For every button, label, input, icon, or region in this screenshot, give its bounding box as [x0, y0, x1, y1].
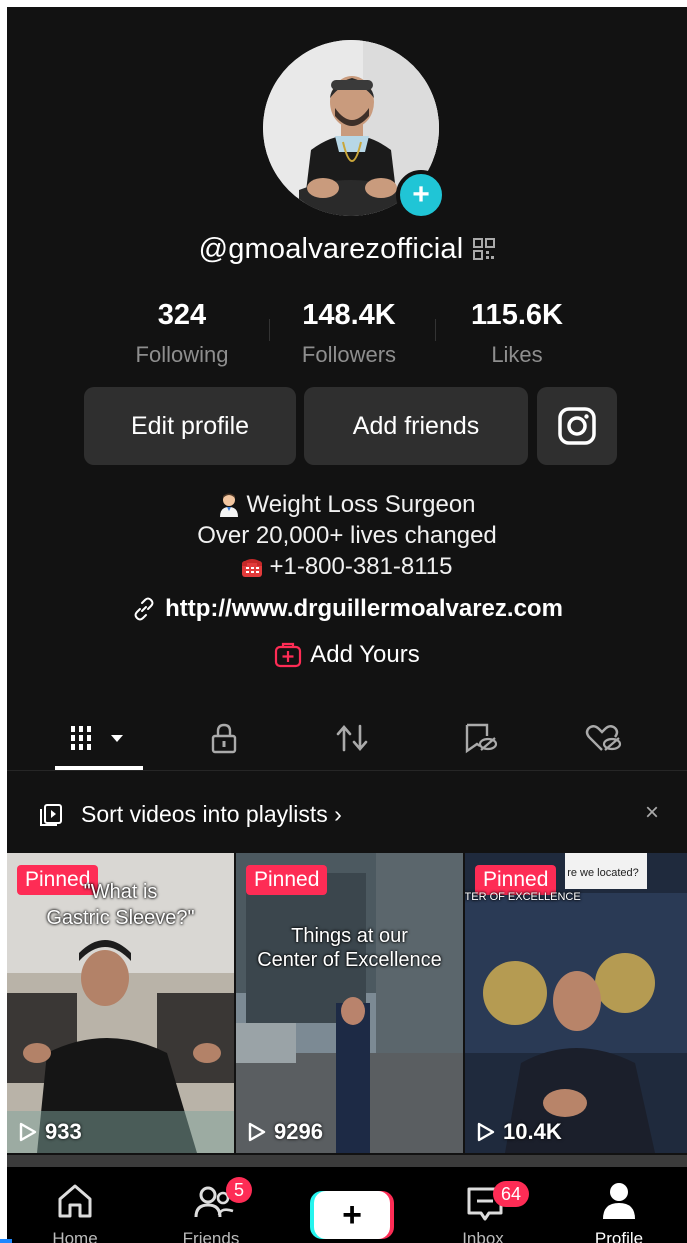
profile-stats: 324 Following 148.4K Followers 115.6K Li… — [7, 299, 687, 379]
view-count: 933 — [19, 1119, 82, 1145]
stat-divider — [435, 319, 436, 341]
add-yours-icon — [275, 642, 302, 668]
following-label: Following — [135, 342, 229, 367]
plus-icon: + — [314, 1191, 390, 1239]
video-caption: re we located? — [567, 867, 639, 879]
liked-icon — [585, 725, 622, 751]
bio: Weight Loss Surgeon Over 20,000+ lives c… — [7, 489, 687, 582]
add-yours-button[interactable]: Add Yours — [7, 641, 687, 669]
bottom-nav: Home 5 Friends + 64 Inbox Profile — [7, 1167, 687, 1243]
video-caption: CENTER OF EXCELLENCE — [465, 891, 581, 903]
instagram-icon — [558, 407, 596, 445]
likes-count: 115.6K — [471, 299, 563, 331]
following-count: 324 — [157, 299, 207, 331]
view-count: 9296 — [248, 1119, 323, 1145]
friends-badge: 5 — [226, 1177, 253, 1203]
stat-followers[interactable]: 148.4K Followers — [269, 299, 429, 368]
lock-icon — [211, 723, 237, 754]
tab-videos[interactable] — [55, 709, 145, 767]
followers-label: Followers — [301, 342, 397, 367]
nav-inbox[interactable]: 64 Inbox — [415, 1167, 551, 1243]
bio-line: Weight Loss Surgeon — [7, 489, 687, 520]
video-caption: Center of Excellence — [257, 949, 442, 971]
video-grid: Pinned "What is Gastric Sleeve?" 933 Pin… — [7, 853, 687, 1153]
add-friends-button[interactable]: Add friends — [304, 387, 528, 465]
video-thumbnail — [236, 853, 463, 1153]
add-yours-label: Add Yours — [310, 641, 420, 668]
doctor-emoji-icon — [220, 493, 239, 517]
nav-home[interactable]: Home — [7, 1167, 143, 1243]
next-video-row — [7, 1155, 687, 1167]
play-icon — [19, 1122, 37, 1142]
profile-screen: + @gmoalvarezofficial 324 Following 148.… — [7, 7, 687, 1243]
video-tile[interactable]: Pinned re we located? CENTER OF EXCELLEN… — [465, 853, 687, 1153]
nav-friends[interactable]: 5 Friends — [143, 1167, 279, 1243]
video-caption: Things at our — [291, 925, 408, 947]
playlists-banner[interactable]: Sort videos into playlists › × — [7, 777, 687, 849]
active-tab-indicator — [55, 766, 143, 770]
view-count-value: 9296 — [274, 1119, 323, 1144]
videos-grid-icon — [71, 726, 123, 750]
add-story-button[interactable]: + — [396, 170, 446, 220]
tab-liked[interactable] — [559, 709, 649, 767]
instagram-button[interactable] — [537, 387, 617, 465]
inbox-badge: 64 — [493, 1181, 530, 1207]
bio-line: +1-800-381-8115 — [7, 551, 687, 582]
tab-saved[interactable] — [435, 709, 525, 767]
qr-code-icon[interactable] — [473, 238, 496, 260]
playlists-text: Sort videos into playlists › — [81, 801, 342, 827]
video-caption: "What is — [83, 881, 158, 903]
link-icon — [134, 597, 154, 621]
pinned-badge: Pinned — [246, 865, 328, 895]
view-count-value: 10.4K — [503, 1119, 562, 1144]
video-caption: Gastric Sleeve?" — [46, 907, 195, 929]
followers-count: 148.4K — [302, 299, 396, 331]
username: @gmoalvarezofficial — [198, 232, 464, 265]
nav-friends-label: Friends — [182, 1229, 240, 1243]
bio-line: Over 20,000+ lives changed — [7, 520, 687, 551]
view-count: 10.4K — [477, 1119, 562, 1145]
bio-link[interactable]: http://www.drguillermoalvarez.com — [7, 595, 687, 623]
nav-home-label: Home — [52, 1229, 98, 1243]
bio-phone: +1-800-381-8115 — [269, 553, 453, 580]
saved-icon — [465, 723, 498, 754]
edit-profile-button[interactable]: Edit profile — [84, 387, 296, 465]
home-icon — [58, 1184, 92, 1218]
view-count-value: 933 — [45, 1119, 82, 1144]
nav-inbox-label: Inbox — [462, 1229, 504, 1243]
play-icon — [248, 1122, 266, 1142]
video-tile[interactable]: Pinned "What is Gastric Sleeve?" 933 — [7, 853, 234, 1153]
bio-title: Weight Loss Surgeon — [246, 491, 476, 518]
stat-likes[interactable]: 115.6K Likes — [437, 299, 597, 368]
likes-label: Likes — [491, 342, 543, 367]
username-row: @gmoalvarezofficial — [7, 229, 687, 269]
video-tile[interactable]: Pinned Things at our Center of Excellenc… — [236, 853, 463, 1153]
edge-marker — [0, 1239, 12, 1243]
bio-link-text: http://www.drguillermoalvarez.com — [165, 595, 563, 622]
stat-following[interactable]: 324 Following — [102, 299, 262, 368]
nav-profile-label: Profile — [594, 1229, 644, 1243]
bio-lives: Over 20,000+ lives changed — [197, 522, 497, 549]
playlist-icon — [40, 804, 62, 826]
play-icon — [477, 1122, 495, 1142]
repost-icon — [336, 724, 368, 752]
telephone-emoji-icon — [242, 558, 263, 577]
profile-tabs — [7, 709, 687, 771]
tab-private[interactable] — [179, 709, 269, 767]
tab-reposts[interactable] — [307, 709, 397, 767]
close-icon[interactable]: × — [645, 799, 659, 827]
nav-profile[interactable]: Profile — [551, 1167, 687, 1243]
profile-icon — [603, 1183, 635, 1219]
